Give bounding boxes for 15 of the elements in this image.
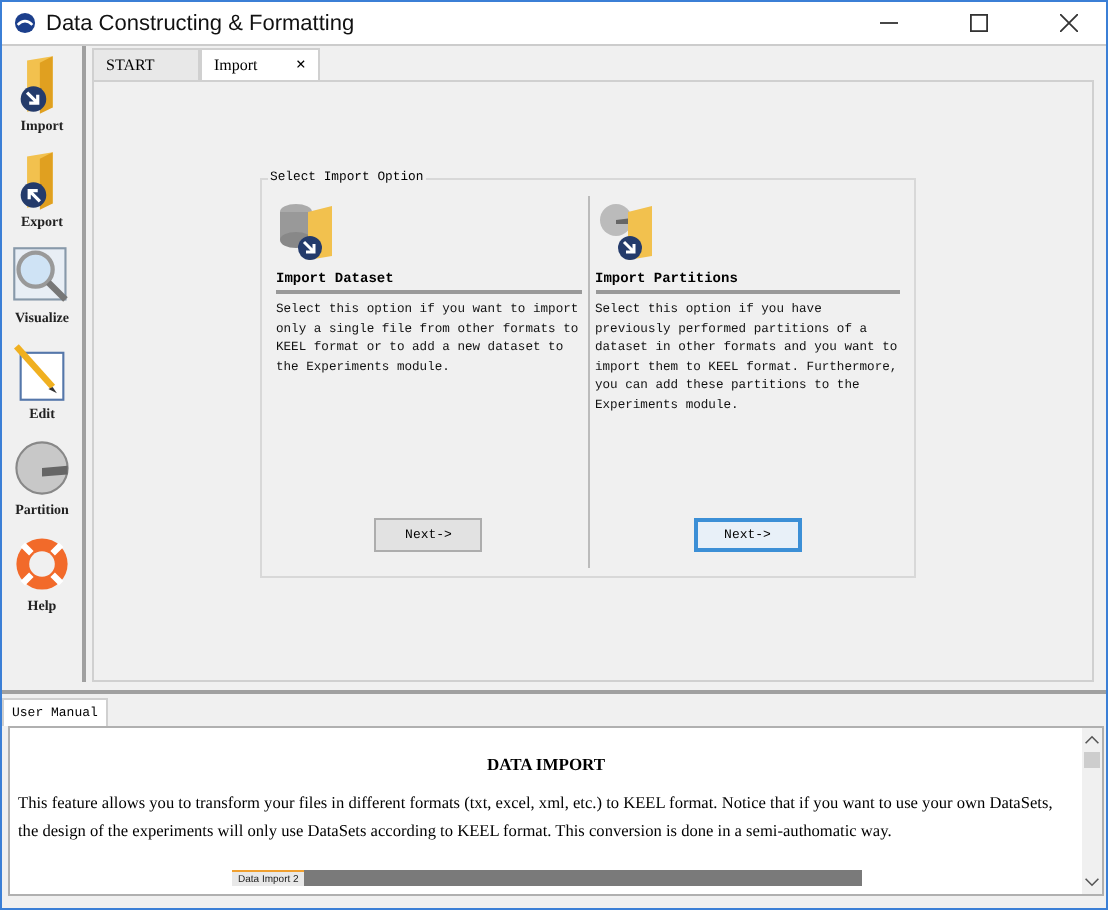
- scroll-up-icon[interactable]: [1084, 734, 1100, 746]
- scroll-thumb[interactable]: [1084, 752, 1100, 768]
- tab[interactable]: START: [92, 48, 200, 80]
- maximize-icon[interactable]: [970, 14, 988, 32]
- tab[interactable]: Import ×: [200, 48, 320, 80]
- tab-close-button[interactable]: ×: [295, 56, 306, 74]
- scrollbar[interactable]: [1082, 728, 1102, 894]
- close-icon[interactable]: [1060, 14, 1078, 32]
- manual-paragraph: This feature allows you to transform your files in different formats (txt, excel, xml, etc.) to KEEL format. Notice that if you want to use your own DataSets, the design of the experiments will only use DataSets according to KEEL format. This conversion is done in a semi-authomatic way.: [18, 792, 1055, 844]
- app-icon: [14, 12, 36, 34]
- database-folder-icon: [276, 200, 336, 264]
- disc-folder-icon: [595, 200, 655, 264]
- window-title: Data Constructing & Formatting: [46, 11, 355, 35]
- manual-heading: DATA IMPORT: [484, 754, 608, 774]
- scroll-down-icon[interactable]: [1084, 876, 1100, 888]
